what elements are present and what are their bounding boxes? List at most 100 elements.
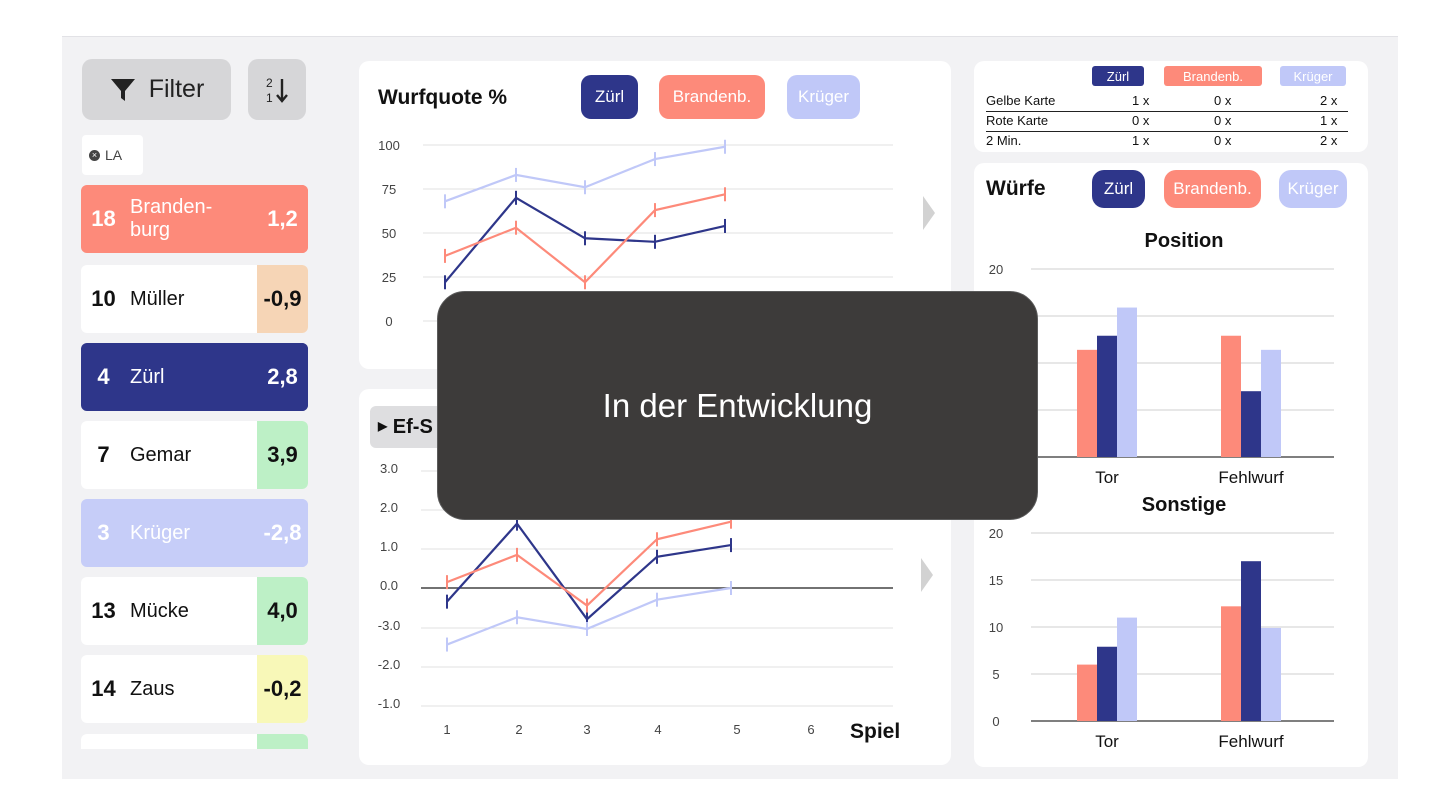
- y-tick-label: -2.0: [378, 657, 400, 672]
- x-tick-label: 1: [443, 722, 450, 737]
- cards-table: Zürl Brandenb. Krüger Gelbe Karte 1 x0 x2…: [974, 61, 1368, 152]
- sonstige-chart: Sonstige 0 5 10 15 20 Tor Fehlwurf: [989, 494, 1334, 751]
- series-line: [446, 520, 732, 607]
- player-rating: -2,8: [257, 499, 308, 567]
- player-row[interactable]: 14 Zaus -0,2: [81, 655, 308, 723]
- x-tick-label: 5: [733, 722, 740, 737]
- player-number: 13: [91, 598, 116, 623]
- player-row[interactable]: 10 Müller -0,9: [81, 265, 308, 333]
- player-name: Gemar: [130, 443, 192, 466]
- table-cell: 0 x: [1214, 133, 1232, 148]
- y-tick-label: 50: [382, 226, 396, 241]
- table-cell: 2 x: [1320, 133, 1338, 148]
- table-row: 2 Min. 1 x 0 x 2 x: [986, 131, 1348, 151]
- bar: [1077, 664, 1097, 721]
- y-tick-label: 10: [989, 620, 1003, 635]
- y-tick-label: 25: [382, 270, 396, 285]
- development-overlay: In der Entwicklung: [437, 291, 1038, 520]
- y-tick-label: 3.0: [380, 461, 398, 476]
- x-axis-label: Spiel: [850, 720, 901, 743]
- player-name: Müller: [130, 287, 185, 310]
- player-number: 7: [97, 442, 110, 467]
- filter-label: Filter: [148, 75, 205, 103]
- player-row[interactable]: 4 Zürl 2,8: [81, 343, 308, 411]
- y-tick-label: 75: [382, 182, 396, 197]
- player-rating: 4,0: [257, 577, 308, 645]
- y-tick-label: 5: [992, 667, 999, 682]
- next-arrow-icon[interactable]: [922, 195, 936, 231]
- player-row[interactable]: 18 Branden- burg 1,2: [81, 185, 308, 253]
- y-tick-label: 15: [989, 573, 1003, 588]
- category-label: Tor: [1095, 732, 1119, 751]
- table-row-label: Gelbe Karte: [986, 93, 1056, 108]
- player-number: 4: [97, 364, 110, 389]
- player-number: 14: [91, 676, 116, 701]
- funnel-icon: [110, 78, 135, 101]
- bar: [1117, 307, 1137, 457]
- table-header-zuerl: Zürl: [1092, 66, 1144, 86]
- y-tick-label: 20: [989, 526, 1003, 541]
- remove-chip-icon[interactable]: ×: [89, 149, 100, 161]
- player-number: 10: [91, 286, 116, 311]
- table-cell: 0 x: [1214, 113, 1232, 128]
- player-row[interactable]: 3 Krüger -2,8: [81, 499, 308, 567]
- chart-title: Position: [1145, 230, 1224, 252]
- table-row: Rote Karte 0 x 0 x 1 x: [986, 111, 1348, 132]
- player-name: Zürl: [130, 365, 165, 388]
- wuerfe-legend-brandenb-button[interactable]: Brandenb.: [1164, 170, 1261, 208]
- player-name: Zaus: [130, 677, 175, 700]
- bar: [1221, 335, 1241, 457]
- y-tick-label: 100: [378, 138, 400, 153]
- y-tick-label: -1.0: [378, 696, 400, 711]
- sort-button[interactable]: 2 1: [248, 59, 306, 120]
- bar: [1261, 627, 1281, 721]
- table-cell: 0 x: [1214, 93, 1232, 108]
- wuerfe-legend-krueger-button[interactable]: Krüger: [1279, 170, 1347, 208]
- category-label: Fehlwurf: [1218, 732, 1283, 751]
- player-number: 3: [97, 520, 110, 545]
- table-row: Gelbe Karte 1 x 0 x 2 x: [986, 91, 1348, 112]
- y-tick-label: 0: [385, 314, 392, 329]
- y-tick-label: 0.0: [380, 578, 398, 593]
- player-name: Branden- burg: [130, 196, 213, 241]
- wuerfe-title: Würfe: [986, 177, 1046, 200]
- table-cell: 1 x: [1132, 133, 1150, 148]
- player-rating: -0,2: [257, 655, 308, 723]
- bar: [1117, 617, 1137, 721]
- player-name: Mücke: [130, 599, 189, 622]
- player-rating: 3,9: [257, 421, 308, 489]
- svg-text:1: 1: [266, 91, 273, 105]
- table-row-label: 2 Min.: [986, 133, 1022, 148]
- y-tick-label: 0: [992, 714, 999, 729]
- bar: [1097, 646, 1117, 721]
- y-tick-label: 20: [989, 262, 1003, 277]
- bar: [1241, 561, 1261, 721]
- x-tick-label: 3: [583, 722, 590, 737]
- bar: [1241, 391, 1261, 457]
- filter-chip[interactable]: × LA: [82, 135, 143, 175]
- player-list-partial-row: [81, 734, 308, 749]
- sort-numeric-icon: 2 1: [266, 76, 288, 105]
- table-header-brandenb: Brandenb.: [1164, 66, 1262, 86]
- category-label: Tor: [1095, 468, 1119, 485]
- next-arrow-icon-2[interactable]: [920, 557, 934, 593]
- player-name: Krüger: [130, 521, 191, 544]
- wuerfe-legend-zuerl-button[interactable]: Zürl: [1092, 170, 1145, 208]
- x-tick-label: 6: [807, 722, 814, 737]
- filter-chip-label: LA: [105, 147, 123, 163]
- app-window: Filter 2 1 × LA 18 Branden- burg 1,2 10 Müll…: [62, 36, 1398, 779]
- player-rating: -0,9: [257, 265, 308, 333]
- table-header-krueger: Krüger: [1280, 66, 1346, 86]
- player-row[interactable]: 7 Gemar 3,9: [81, 421, 308, 489]
- table-cell: 2 x: [1320, 93, 1338, 108]
- bar: [1097, 335, 1117, 457]
- x-tick-label: 4: [654, 722, 661, 737]
- bar: [1221, 606, 1241, 721]
- svg-text:2: 2: [266, 76, 273, 90]
- player-row[interactable]: 13 Mücke 4,0: [81, 577, 308, 645]
- filter-button[interactable]: Filter: [82, 59, 231, 120]
- y-tick-label: -3.0: [378, 618, 400, 633]
- overlay-text: In der Entwicklung: [602, 386, 873, 424]
- category-label: Fehlwurf: [1218, 468, 1283, 485]
- table-cell: 1 x: [1320, 113, 1338, 128]
